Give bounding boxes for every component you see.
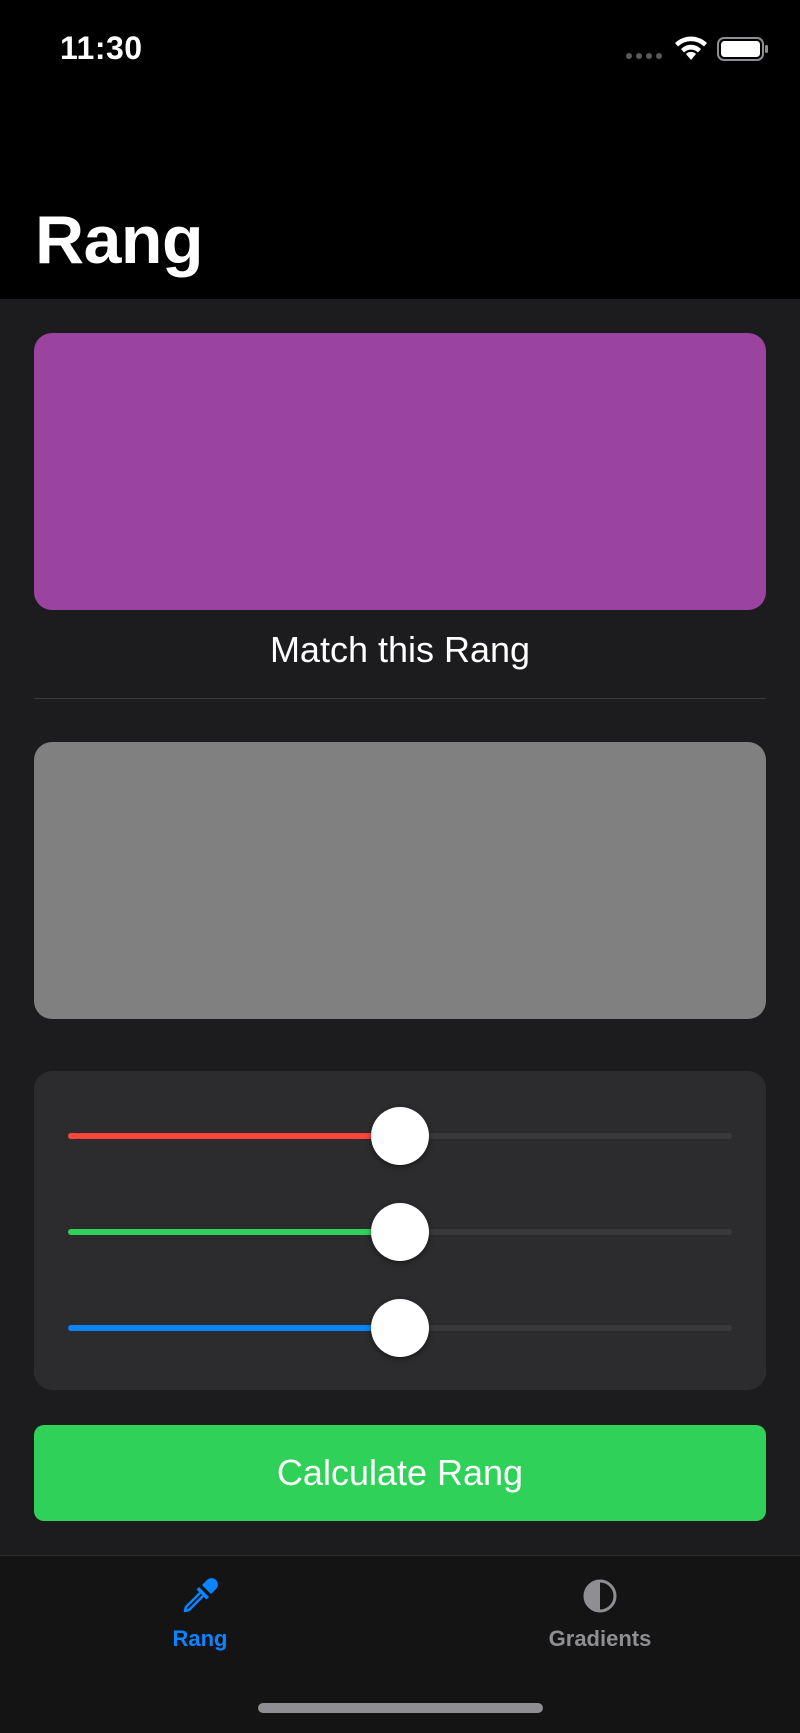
slider-fill — [68, 1229, 400, 1235]
wifi-icon — [675, 36, 707, 60]
slider-fill — [68, 1325, 400, 1331]
status-time: 11:30 — [60, 30, 143, 66]
battery-icon — [717, 37, 768, 61]
red-slider[interactable] — [68, 1106, 732, 1166]
eyedropper-icon — [183, 1578, 218, 1613]
cellular-signal-icon — [626, 53, 664, 61]
divider — [34, 698, 766, 699]
green-slider[interactable] — [68, 1202, 732, 1262]
target-color-swatch — [34, 333, 766, 610]
home-indicator — [258, 1703, 543, 1713]
half-circle-icon — [583, 1579, 617, 1613]
calculate-button[interactable]: Calculate Rang — [34, 1425, 766, 1521]
guess-color-swatch — [34, 742, 766, 1019]
blue-slider[interactable] — [68, 1298, 732, 1358]
slider-fill — [68, 1133, 400, 1139]
page-title: Rang — [35, 202, 204, 278]
status-bar: 11:30 — [0, 0, 800, 100]
slider-thumb[interactable] — [371, 1107, 429, 1165]
slider-thumb[interactable] — [371, 1203, 429, 1261]
tab-label: Rang — [172, 1626, 228, 1651]
tab-rang[interactable]: Rang — [80, 1576, 320, 1676]
target-caption: Match this Rang — [269, 629, 531, 670]
tab-gradients[interactable]: Gradients — [480, 1576, 720, 1676]
tab-label: Gradients — [548, 1626, 652, 1651]
slider-thumb[interactable] — [371, 1299, 429, 1357]
navigation-header: Rang — [0, 100, 800, 299]
